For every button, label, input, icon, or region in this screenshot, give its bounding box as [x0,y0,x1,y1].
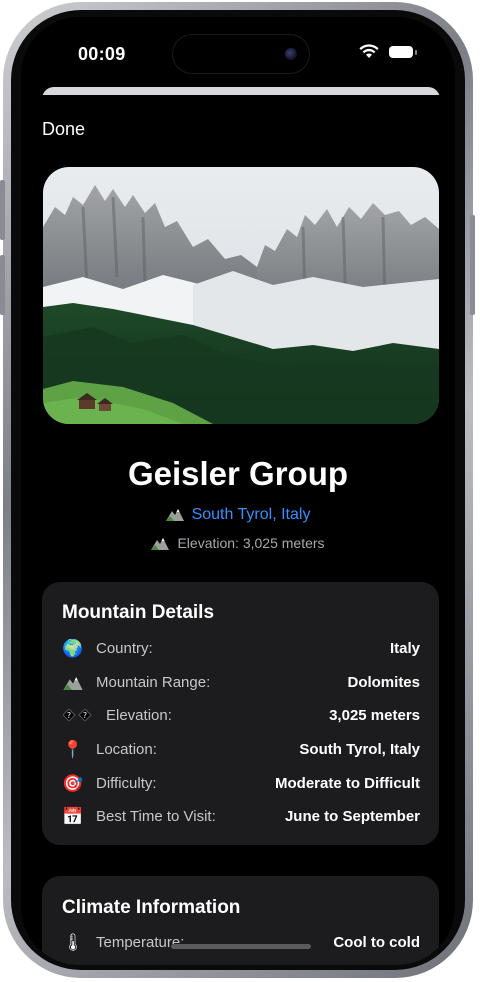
thermometer-icon: 🌡 [62,932,84,952]
detail-value: June to September [284,807,420,825]
side-button [470,215,475,315]
target-icon: 🎯 [62,773,84,793]
detail-label: Elevation: [106,706,172,724]
card-title: Mountain Details [62,602,215,623]
detail-row-location: 📍 Location: South Tyrol, Italy [62,737,420,761]
detail-label: Location: [96,740,157,758]
location-text[interactable]: South Tyrol, Italy [192,506,311,523]
camera-icon [285,48,297,60]
wifi-icon [359,44,379,58]
card-title: Climate Information [62,897,241,918]
volume-button [0,180,5,240]
mountain-icon [151,538,170,550]
mountain-details-card: Mountain Details 🌍 Country: Italy Mounta… [42,582,439,845]
climate-card: Climate Information 🌡 Temperature: Cool … [42,876,439,965]
elevation-subtitle-text: Elevation: 3,025 meters [177,535,325,551]
climate-row-temperature: 🌡 Temperature: Cool to cold [62,930,420,954]
globe-icon: 🌍 [62,638,84,658]
detail-label: Country: [96,639,153,657]
page-title: Geisler Group [127,455,349,492]
svg-text:?: ? [67,711,71,720]
detail-label: Mountain Range: [96,673,211,691]
detail-row-difficulty: 🎯 Difficulty: Moderate to Difficult [62,771,420,795]
calendar-icon: 📅 [62,806,84,826]
detail-label: Best Time to Visit: [96,807,216,825]
elevation-subtitle: Elevation: 3,025 meters [21,535,455,551]
detail-value: 3,025 meters [329,706,420,724]
dynamic-island [173,35,309,73]
status-time: 00:09 [78,44,126,64]
done-button[interactable]: Done [42,119,85,140]
status-indicators [359,44,417,59]
mountain-icon [165,509,184,521]
screen: 00:09 Done Geisler Group South Tyrol, It… [21,17,455,965]
detail-row-best-time: 📅 Best Time to Visit: June to September [62,804,420,828]
detail-value: Moderate to Difficult [275,774,420,792]
detail-value: South Tyrol, Italy [299,740,420,758]
pin-icon: 📍 [62,739,84,759]
location-link[interactable]: South Tyrol, Italy [21,506,455,524]
climate-value: Cool to cold [333,933,420,951]
detail-row-country: 🌍 Country: Italy [62,636,420,660]
battery-icon [389,45,417,58]
detail-value: Italy [389,639,420,657]
mountain-icon [62,671,84,693]
home-indicator[interactable] [171,944,311,949]
detail-row-range: Mountain Range: Dolomites [62,670,420,694]
detail-value: Dolomites [347,673,420,691]
detail-row-elevation: ? ? Elevation: 3,025 meters [62,703,420,727]
detail-label: Difficulty: [96,774,157,792]
missing-glyph-icon: ? ? [62,704,94,726]
mountain-photo [43,167,439,424]
volume-button [0,255,5,315]
svg-text:?: ? [83,711,87,720]
